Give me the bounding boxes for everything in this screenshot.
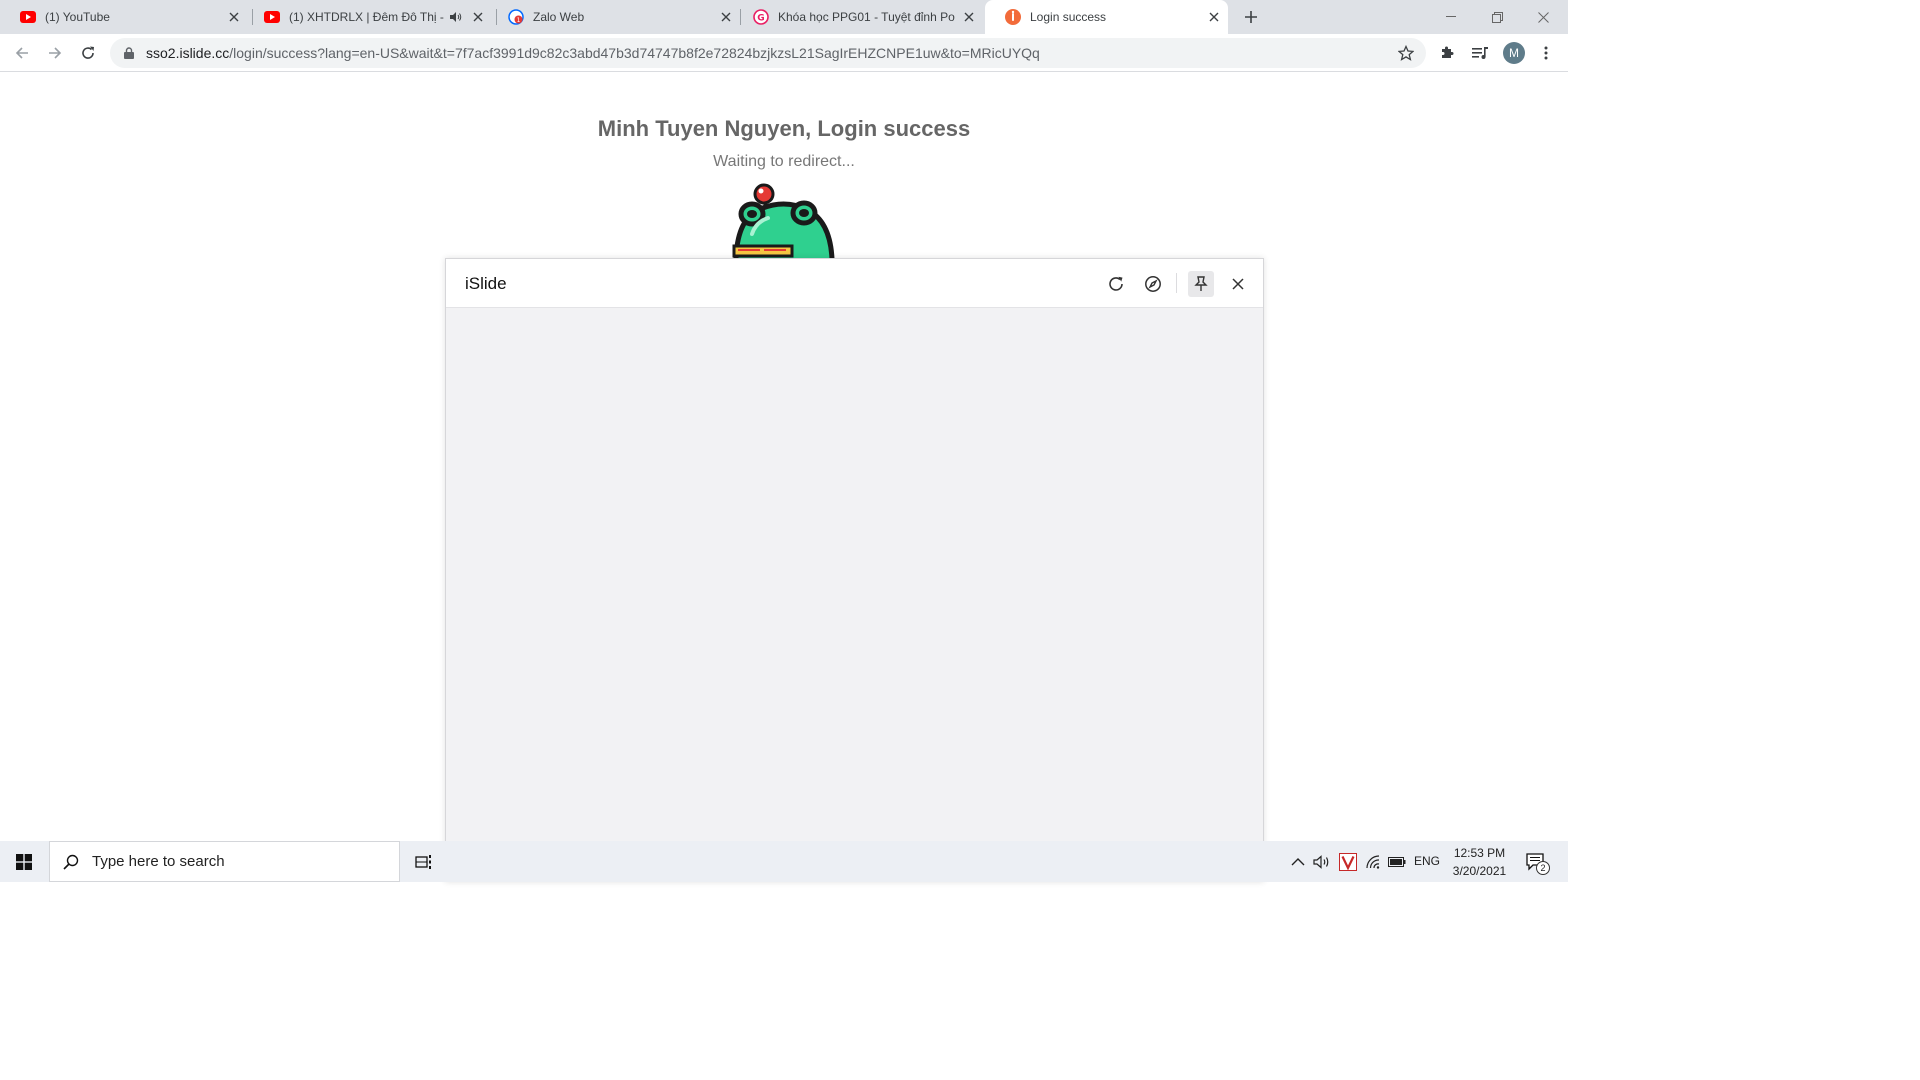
tab-title: Khóa học PPG01 - Tuyệt đỉnh Po: [778, 10, 955, 24]
clock-time: 12:53 PM: [1453, 846, 1506, 860]
tab-title: Login success: [1030, 10, 1107, 24]
minimize-button[interactable]: [1428, 0, 1474, 34]
islide-icon: [1005, 9, 1021, 25]
tab-close-icon[interactable]: [226, 9, 242, 25]
wifi-icon[interactable]: [1362, 851, 1384, 873]
profile-avatar[interactable]: M: [1503, 42, 1525, 64]
dialog-body: [446, 308, 1263, 883]
tab-close-icon[interactable]: [961, 9, 977, 25]
show-hidden-icons-chevron-icon[interactable]: [1287, 851, 1309, 873]
bookmark-star-icon[interactable]: [1396, 43, 1416, 63]
tab-xhtdrlx[interactable]: (1) XHTDRLX | Đêm Đô Thị - (: [244, 0, 492, 34]
vietkey-v-icon[interactable]: [1337, 851, 1359, 873]
dialog-refresh-button[interactable]: [1103, 271, 1129, 297]
svg-text:G: G: [757, 14, 764, 24]
lock-icon[interactable]: [122, 46, 136, 60]
ppg-icon: G: [753, 9, 769, 25]
tab-close-icon[interactable]: [470, 9, 486, 25]
search-placeholder: Type here to search: [92, 853, 225, 870]
login-success-heading: Minh Tuyen Nguyen, Login success: [597, 116, 971, 141]
pin-icon: [1194, 276, 1208, 291]
reload-icon: [82, 46, 94, 59]
search-icon: [62, 853, 80, 871]
browser-toolbar: sso2.islide.cc/login/success?lang=en-US&…: [0, 34, 1568, 72]
tab-title: Zalo Web: [533, 10, 585, 24]
kebab-menu-icon[interactable]: [1535, 42, 1557, 64]
extensions-puzzle-icon[interactable]: [1436, 42, 1458, 64]
dialog-title: iSlide: [465, 274, 507, 293]
tab-ppg01[interactable]: G Khóa học PPG01 - Tuyệt đỉnh Po: [733, 0, 983, 34]
browser-tab-strip: (1) YouTube (1) XHTDRLX | Đêm Đô Thị - (…: [0, 0, 1568, 34]
address-bar[interactable]: sso2.islide.cc/login/success?lang=en-US&…: [110, 38, 1426, 68]
close-window-button[interactable]: [1520, 0, 1566, 34]
audio-playing-icon[interactable]: [448, 9, 464, 25]
task-view-button[interactable]: [412, 850, 436, 874]
taskbar-search-box[interactable]: Type here to search: [49, 841, 400, 882]
dialog-compass-button[interactable]: [1140, 271, 1166, 297]
dialog-pin-button[interactable]: [1188, 271, 1214, 297]
tab-title: (1) XHTDRLX | Đêm Đô Thị - (: [289, 10, 448, 24]
youtube-icon: [264, 9, 280, 25]
notification-count-badge: 2: [1536, 861, 1550, 875]
svg-text:1: 1: [517, 17, 521, 24]
zalo-icon: 1: [508, 9, 524, 25]
url-path: /login/success?lang=en-US&wait&t=7f7acf3…: [229, 45, 1040, 61]
windows-logo-icon: [16, 853, 32, 870]
action-center-button[interactable]: 2: [1522, 849, 1550, 875]
refresh-icon: [1109, 276, 1123, 291]
reload-button[interactable]: [74, 39, 102, 67]
redirect-status-text: Waiting to redirect...: [713, 153, 855, 170]
dialog-close-button[interactable]: [1225, 271, 1251, 297]
taskbar-clock[interactable]: 12:53 PM 3/20/2021: [1442, 844, 1517, 880]
input-language[interactable]: ENG: [1414, 854, 1440, 868]
volume-icon[interactable]: [1311, 851, 1333, 873]
islide-mascot-image: [728, 182, 840, 258]
battery-icon[interactable]: [1386, 851, 1408, 873]
tab-close-icon[interactable]: [1206, 9, 1222, 25]
tab-login-success[interactable]: Login success: [985, 0, 1228, 34]
start-button[interactable]: [0, 841, 48, 882]
tab-title: (1) YouTube: [45, 10, 110, 24]
dialog-header: iSlide: [446, 259, 1263, 308]
back-button[interactable]: [8, 39, 36, 67]
islide-dialog: iSlide: [445, 258, 1264, 882]
arrow-right-icon: [49, 47, 62, 59]
clock-date: 3/20/2021: [1452, 864, 1507, 878]
restore-button[interactable]: [1474, 0, 1520, 34]
url-text[interactable]: sso2.islide.cc/login/success?lang=en-US&…: [146, 45, 1396, 61]
arrow-left-icon: [15, 47, 28, 59]
compass-icon: [1145, 276, 1161, 292]
close-icon: [1232, 278, 1244, 290]
tab-youtube[interactable]: (1) YouTube: [0, 0, 248, 34]
windows-taskbar: Type here to search ENG 12:53 PM 3/20/20…: [0, 841, 1568, 882]
youtube-icon: [20, 9, 36, 25]
new-tab-button[interactable]: [1240, 6, 1262, 28]
forward-button[interactable]: [41, 39, 69, 67]
task-view-icon: [415, 855, 431, 869]
tab-close-icon[interactable]: [718, 9, 734, 25]
tab-zalo[interactable]: 1 Zalo Web: [488, 0, 740, 34]
media-control-icon[interactable]: [1469, 42, 1491, 64]
dialog-header-divider: [1176, 273, 1177, 293]
url-host: sso2.islide.cc: [146, 45, 230, 61]
